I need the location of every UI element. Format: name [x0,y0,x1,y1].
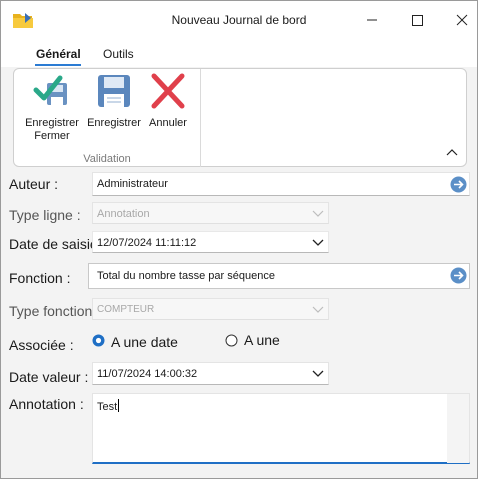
arrow-right-circle-icon[interactable] [450,267,467,284]
cancel-label: Annuler [149,117,187,129]
close-icon[interactable] [439,1,478,39]
type-ligne-value: Annotation [97,208,150,220]
date-valeur-picker[interactable]: 11/07/2024 14:00:32 [92,362,329,385]
arrow-right-circle-icon[interactable] [450,176,467,193]
radio-a-une-date[interactable] [92,334,105,347]
auteur-value: Administrateur [97,178,168,190]
active-tab-indicator [35,64,81,66]
save-icon [98,75,130,107]
type-ligne-select: Annotation [92,202,329,224]
ribbon-group-separator [200,69,201,167]
radio-a-une-date-label[interactable]: A une date [111,334,178,350]
maximize-icon[interactable] [394,1,440,39]
cancel-button[interactable]: Annuler [144,73,192,130]
annotation-label: Annotation : [9,396,84,412]
chevron-up-icon[interactable] [444,145,460,159]
radio-a-une-label[interactable]: A une [244,332,280,348]
ribbon-tabs: Général Outils [1,39,477,67]
annotation-value: Test [97,401,118,413]
date-saisie-value: 12/07/2024 11:11:12 [97,237,197,249]
annotation-textarea[interactable]: Test [92,393,470,464]
save-button[interactable]: Enregistrer [84,73,144,130]
chevron-down-icon [312,210,324,217]
save-close-label-1: Enregistrer [25,117,79,129]
minimize-icon[interactable] [349,1,395,39]
save-close-icon [33,75,67,105]
fonction-field[interactable]: Total du nombre tasse par séquence [88,263,470,289]
title-bar: Nouveau Journal de bord [1,1,477,39]
type-ligne-label: Type ligne : [9,207,81,223]
save-label: Enregistrer [87,117,141,129]
fonction-value: Total du nombre tasse par séquence [97,270,275,282]
date-valeur-label: Date valeur : [9,369,89,385]
type-fonction-value: COMPTEUR [97,304,155,315]
fonction-label: Fonction : [9,270,71,286]
tab-outils[interactable]: Outils [103,47,134,61]
date-valeur-value: 11/07/2024 14:00:32 [97,368,198,380]
chevron-down-icon [312,306,324,313]
journal-window: Nouveau Journal de bord Général Outils E… [0,0,478,479]
auteur-field[interactable]: Administrateur [92,172,470,196]
chevron-down-icon[interactable] [312,239,324,247]
associee-label: Associée : [9,337,74,353]
auteur-label: Auteur : [9,176,59,192]
ribbon-group-label: Validation [83,153,131,165]
date-saisie-label: Date de saisie [9,236,98,252]
radio-a-une[interactable] [225,334,238,347]
type-fonction-label: Type fonction [9,303,93,319]
save-close-label-2: Fermer [34,130,70,142]
save-close-button[interactable]: Enregistrer Fermer [22,73,82,143]
type-fonction-select: COMPTEUR [92,298,329,320]
annotation-scrollbar[interactable] [447,394,469,463]
cancel-icon [151,73,185,109]
ribbon-panel: Enregistrer Fermer Enregistrer Annuler V… [13,68,467,167]
tab-general[interactable]: Général [36,47,81,61]
date-saisie-picker[interactable]: 12/07/2024 11:11:12 [92,231,329,253]
chevron-down-icon[interactable] [312,370,324,378]
text-caret [118,399,120,412]
